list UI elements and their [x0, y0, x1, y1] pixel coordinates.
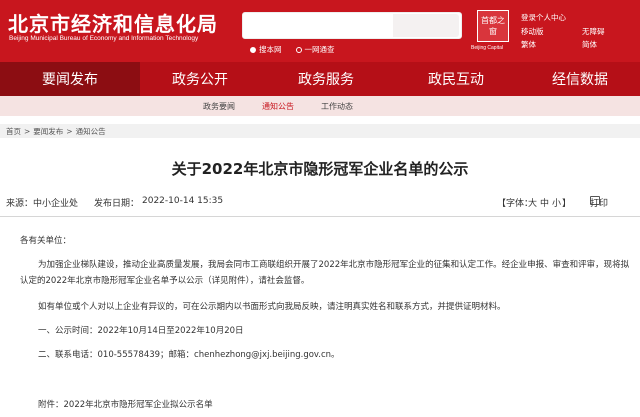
nav-item-data[interactable]: 经信数据 — [520, 62, 640, 96]
breadcrumb-news[interactable]: 要闻发布 — [33, 126, 63, 137]
meta-divider — [0, 216, 640, 217]
breadcrumb-separator: > — [24, 126, 31, 136]
accessible-link[interactable]: 无障碍 — [582, 26, 605, 37]
radio-site-label: 搜本网 — [259, 45, 282, 54]
nav-item-interaction[interactable]: 政民互动 — [392, 62, 520, 96]
paragraph-1-line-1: 为加强企业梯队建设，推动企业高质量发展，我局会同市工商联组织开展了2022年北京… — [38, 260, 630, 270]
main-nav: 要闻发布 政务公开 政务服务 政民互动 经信数据 — [0, 62, 640, 96]
capital-window-logo[interactable]: 首都之窗 — [477, 10, 509, 42]
nav-item-public[interactable]: 政务公开 — [140, 62, 260, 96]
site-subtitle: Beijing Municipal Bureau of Economy and … — [9, 35, 199, 42]
traditional-link[interactable]: 繁体 — [521, 39, 536, 50]
mobile-link[interactable]: 移动版 — [521, 26, 544, 37]
site-title[interactable]: 北京市经济和信息化局 — [8, 8, 218, 37]
font-large-button[interactable]: 大 — [528, 196, 537, 209]
capital-window-caption: Beijing Capital — [471, 45, 503, 51]
radio-all[interactable]: 一网通查 — [295, 44, 335, 55]
radio-dot-icon — [295, 46, 302, 53]
search-button[interactable] — [393, 14, 459, 37]
site-header: 北京市经济和信息化局 Beijing Municipal Bureau of E… — [0, 0, 640, 62]
attachment-link[interactable]: 附件：2022年北京市隐形冠军企业拟公示名单 — [38, 398, 213, 412]
login-link[interactable]: 登录个人中心 — [521, 12, 566, 23]
breadcrumb-notices[interactable]: 通知公告 — [76, 126, 106, 137]
search-scope: 搜本网 一网通查 — [250, 44, 335, 55]
radio-dot-icon — [250, 46, 256, 53]
date-value: 2022-10-14 15:35 — [142, 196, 224, 206]
nav-item-news[interactable]: 要闻发布 — [0, 62, 140, 96]
simplified-link[interactable]: 简体 — [582, 39, 597, 50]
date-label: 发布日期： — [94, 199, 140, 209]
font-medium-button[interactable]: 中 — [540, 196, 549, 209]
greeting: 各有关单位： — [20, 236, 72, 246]
nav-item-service[interactable]: 政务服务 — [260, 62, 392, 96]
paragraph-2: 如有单位或个人对以上企业有异议的，可在公示期内以书面形式向我局反映，请注明真实姓… — [38, 302, 506, 312]
breadcrumb-home[interactable]: 首页 — [6, 126, 21, 137]
paragraph-1-line-2: 认定的2022年北京市隐形冠军企业名单予以公示（详见附件），请社会监督。 — [20, 276, 310, 286]
publicity-period: 一、公示时间：2022年10月14日至2022年10月20日 — [38, 326, 244, 336]
breadcrumb-separator: > — [66, 126, 73, 136]
radio-all-label: 一网通查 — [304, 45, 335, 54]
print-label: 打印 — [590, 199, 609, 209]
radio-site[interactable]: 搜本网 — [250, 44, 282, 55]
breadcrumb: 首页 > 要闻发布 > 通知公告 — [0, 124, 640, 138]
contact-info: 二、联系电话：010-55578439；邮箱：chenhezhong@jxj.b… — [38, 350, 340, 360]
font-small-button[interactable]: 小 — [552, 196, 561, 209]
sub-nav: 政务要闻 通知公告 工作动态 — [0, 96, 640, 116]
source-value: 中小企业处 — [33, 199, 79, 209]
source-label: 来源： — [6, 199, 34, 209]
subnav-item-work[interactable]: 工作动态 — [321, 101, 353, 112]
subnav-item-notices[interactable]: 通知公告 — [262, 101, 294, 112]
subnav-item-news[interactable]: 政务要闻 — [203, 101, 235, 112]
font-size-close: 】 — [562, 199, 572, 209]
article-title: 关于2022年北京市隐形冠军企业名单的公示 — [171, 160, 469, 178]
